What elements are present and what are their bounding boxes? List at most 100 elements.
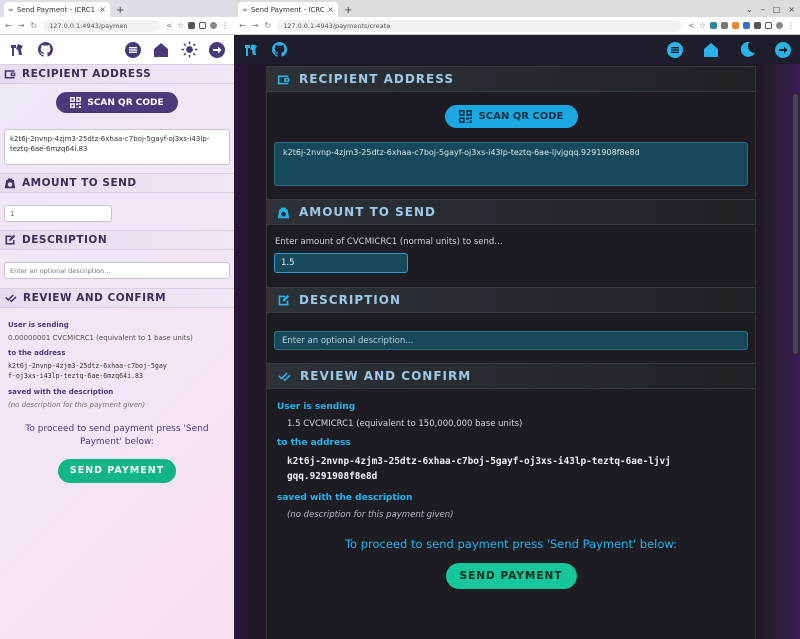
extensions-icon[interactable] [754,22,761,29]
address-summary-line-1: k2t6j-2nvnp-4zjm3-25dtz-6xhaa-c7boj-5gay… [287,456,671,467]
list-menu-icon[interactable] [124,41,142,59]
app-logo-icon[interactable] [8,41,26,59]
section-header-review: REVIEW AND CONFIRM [267,363,755,389]
address-summary-line-2: gqq.9291908f8e8d [287,471,378,482]
home-icon[interactable] [702,41,720,59]
close-tab-icon[interactable]: × [99,5,106,14]
send-payment-button[interactable]: SEND PAYMENT [445,563,577,589]
payment-form-card: RECIPIENT ADDRESS SCAN QR CODE k2t6j-2nv… [266,66,756,639]
double-check-icon [5,294,17,303]
recipient-address-input[interactable]: k2t6j-2nvnp-4zjm3-25dtz-6xhaa-c7boj-5gay… [274,142,748,186]
description-summary: (no description for this payment given) [8,401,146,409]
back-icon[interactable]: ← [239,21,246,30]
extension-teal-icon[interactable] [710,22,717,29]
section-title: RECIPIENT ADDRESS [299,72,454,86]
section-title: AMOUNT TO SEND [22,177,137,189]
proceed-instructions: To proceed to send payment press 'Send P… [25,424,209,447]
extension-gray-icon[interactable] [721,22,728,29]
description-input[interactable]: Enter an optional description... [274,331,748,350]
close-tab-icon[interactable]: × [327,5,334,14]
reload-icon[interactable]: ↻ [30,21,37,30]
edit-note-icon [5,234,16,245]
logout-icon[interactable] [774,41,792,59]
url-field[interactable]: 127.0.0.1:4943/paymen [43,19,161,32]
section-title: REVIEW AND CONFIRM [23,292,167,304]
minimize-icon[interactable]: – [761,5,765,14]
sun-theme-icon[interactable] [180,41,198,59]
new-tab-button[interactable]: + [110,5,130,16]
extension-orange-icon[interactable] [732,22,739,29]
address-bar: ← → ↻ 127.0.0.1:4943/paymen < ☆ ⋮ [0,17,234,35]
page-content: RECIPIENT ADDRESS SCAN QR CODE k2t6j-2nv… [0,64,234,639]
edit-note-icon [278,294,290,305]
scan-qr-button[interactable]: SCAN QR CODE [56,92,178,113]
app-header [234,35,800,64]
recipient-address-input[interactable]: k2t6j-2nvnp-4zjm3-25dtz-6xhaa-c7boj-5gay… [4,129,230,165]
section-header-description: DESCRIPTION [267,287,755,313]
section-title: AMOUNT TO SEND [299,205,436,219]
close-window-icon[interactable]: × [788,5,795,14]
send-payment-button[interactable]: SEND PAYMENT [58,459,176,483]
amount-input[interactable]: 1 [4,205,112,222]
menu-icon[interactable]: ⋮ [221,21,229,30]
scale-icon [4,178,16,189]
scan-qr-label: SCAN QR CODE [87,97,164,108]
extension-blue-icon[interactable] [743,22,750,29]
browser-tab[interactable]: ∞ Send Payment - ICRC1 Pay × [4,2,110,17]
tab-title: Send Payment - ICRC1 Pa [250,5,325,14]
sidepanel-icon[interactable] [765,22,772,29]
tab-bar: ∞ Send Payment - ICRC1 Pa × + ⌄ – □ × [234,0,800,17]
forward-icon[interactable]: → [252,21,259,30]
to-address-label: to the address [277,438,351,448]
bookmark-star-icon[interactable]: ☆ [699,21,706,30]
share-icon[interactable]: < [688,21,695,30]
list-menu-icon[interactable] [666,41,684,59]
app-logo-icon[interactable] [242,41,260,59]
bookmark-star-icon[interactable]: ☆ [177,21,184,30]
amount-summary: 1.5 CVCMICRC1 (equivalent to 150,000,000… [287,419,523,429]
address-summary-line-1: k2t6j-2nvnp-4zjm3-25dtz-6xhaa-c7boj-5gay [8,362,167,370]
github-icon[interactable] [270,41,288,59]
double-check-icon [278,372,291,381]
sidepanel-icon[interactable] [199,22,206,29]
section-title: RECIPIENT ADDRESS [22,68,152,80]
section-header-recipient: RECIPIENT ADDRESS [0,64,234,84]
extensions-icon[interactable] [188,22,195,29]
logout-icon[interactable] [208,41,226,59]
reload-icon[interactable]: ↻ [264,21,271,30]
page-content: RECIPIENT ADDRESS SCAN QR CODE k2t6j-2nv… [234,64,800,639]
qr-code-icon [70,97,82,108]
maximize-icon[interactable]: □ [773,5,781,14]
address-summary-line-2: f-oj3xs-i43lp-teztq-6ae-6mzq64i.83 [8,372,143,380]
back-icon[interactable]: ← [5,21,12,30]
forward-icon[interactable]: → [18,21,25,30]
browser-tab[interactable]: ∞ Send Payment - ICRC1 Pa × [238,2,338,17]
scan-qr-button[interactable]: SCAN QR CODE [444,105,578,128]
home-icon[interactable] [152,41,170,59]
menu-icon[interactable]: ⋮ [787,21,795,30]
profile-icon[interactable] [210,22,217,29]
profile-icon[interactable] [776,22,783,29]
browser-window-dark: ∞ Send Payment - ICRC1 Pa × + ⌄ – □ × ← … [234,0,800,639]
amount-label: Enter amount of CVCMICRC1 (normal units)… [275,237,503,247]
url-field[interactable]: 127.0.0.1:4943/payments/create [277,19,683,32]
wallet-icon [277,74,290,84]
saved-description-label: saved with the description [277,493,413,503]
chevron-down-icon[interactable]: ⌄ [746,5,753,14]
scan-qr-label: SCAN QR CODE [478,111,564,122]
scrollbar[interactable] [793,94,798,354]
address-bar: ← → ↻ 127.0.0.1:4943/payments/create < ☆… [234,17,800,35]
section-header-amount: AMOUNT TO SEND [267,199,755,225]
section-header-amount: AMOUNT TO SEND [0,173,234,193]
amount-input[interactable]: 1.5 [274,253,408,273]
share-icon[interactable]: < [166,21,173,30]
section-title: DESCRIPTION [299,293,402,307]
section-header-description: DESCRIPTION [0,230,234,250]
description-input[interactable]: Enter an optional description... [4,262,230,279]
proceed-instructions: To proceed to send payment press 'Send P… [344,537,678,551]
github-icon[interactable] [36,41,54,59]
moon-theme-icon[interactable] [738,41,756,59]
new-tab-button[interactable]: + [338,5,358,16]
user-sending-label: User is sending [277,402,356,412]
app-header [0,35,234,64]
